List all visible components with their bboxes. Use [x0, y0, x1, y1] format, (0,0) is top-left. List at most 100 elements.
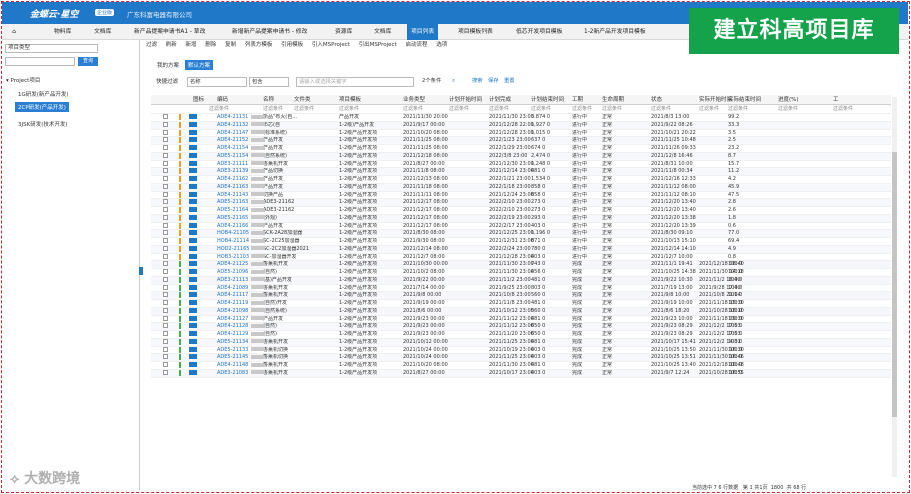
- project-code[interactable]: ADE4-21125: [217, 261, 248, 269]
- row-checkbox[interactable]: [163, 152, 168, 161]
- tab-new-product-template[interactable]: 1-2新产品开发项目模板: [584, 24, 646, 40]
- project-code[interactable]: ADE5-21133: [217, 347, 248, 355]
- table-row[interactable]: ADE4-21152 产品开发 1-2级产品开发项 2021/11/25 08:00 2…: [151, 137, 891, 145]
- row-checkbox[interactable]: [163, 137, 168, 145]
- table-row[interactable]: ADE3-21083 香薰机开发 1-2级产品开发项 2021/8/27 00:00 2…: [151, 369, 891, 378]
- filter-keyword-input[interactable]: 请输入或选择关键字: [296, 77, 414, 87]
- project-code[interactable]: ADE4-21129: [217, 331, 248, 339]
- project-code[interactable]: ADE3-21111: [217, 161, 248, 169]
- filter-search-link[interactable]: 搜索: [470, 77, 486, 87]
- column-filter[interactable]: 过滤条件: [449, 105, 469, 114]
- column-header[interactable]: 项目模板: [339, 95, 361, 105]
- project-code[interactable]: ADE3-21083: [217, 370, 248, 378]
- sidebar-search-button[interactable]: 查询: [78, 57, 98, 66]
- column-header[interactable]: 计划开始时间: [449, 95, 482, 105]
- column-header[interactable]: 编码: [217, 95, 228, 105]
- toolbar-list-template[interactable]: 列表方模板: [245, 42, 273, 48]
- row-checkbox[interactable]: [163, 307, 168, 316]
- tab-template-list[interactable]: 项目模板列表: [458, 24, 493, 40]
- per-page-select[interactable]: 1800: [771, 485, 784, 491]
- table-row[interactable]: HOB4-21105 SCK-2A28加湿器 1-2级产品开发项 2021/8/30 …: [151, 230, 891, 238]
- row-checkbox[interactable]: [163, 238, 168, 246]
- tree-item-2cp[interactable]: 2CP研发(产品开发): [15, 102, 69, 112]
- row-checkbox[interactable]: [163, 160, 168, 169]
- project-type-select[interactable]: 项目类型: [5, 44, 98, 53]
- scrollbar-thumb[interactable]: [892, 152, 897, 417]
- column-header[interactable]: 工: [833, 95, 839, 105]
- scheme-default[interactable]: 默认方案: [185, 60, 214, 70]
- row-checkbox[interactable]: [163, 362, 168, 370]
- toolbar-options[interactable]: 选项: [436, 42, 447, 48]
- table-row[interactable]: ADE5-21145 香薰机切换 1-2级产品开发项 2021/10/24 00:00…: [151, 354, 891, 362]
- column-filter[interactable]: 过滤条件: [339, 105, 359, 114]
- table-row[interactable]: ADE4-21148 香薰机开发 1-2级产品开发项 2021/10/20 08:00…: [151, 362, 891, 370]
- project-code[interactable]: ADE3-21139: [217, 168, 248, 176]
- row-checkbox[interactable]: [163, 354, 168, 362]
- table-row[interactable]: ADE4-21117 香薰机开发 1-2级产品开发项 2021/9/8 00:00 20…: [151, 292, 891, 300]
- column-header[interactable]: 名称: [263, 95, 274, 105]
- row-checkbox[interactable]: [163, 284, 168, 293]
- project-code[interactable]: ADE4-21089: [217, 285, 248, 293]
- filter-op-select[interactable]: 包含: [249, 77, 289, 87]
- column-filter[interactable]: 过滤条件: [263, 105, 283, 114]
- table-row[interactable]: ADE4-21154 产品开发 1-2级产品开发项 2021/11/25 08:00 2…: [151, 145, 891, 153]
- project-code[interactable]: ADE4-21163: [217, 184, 248, 192]
- home-icon[interactable]: ⌂: [8, 24, 20, 40]
- table-row[interactable]: ADE4-21128 (自然) 1-2级产品开发项 2021/9/23 00:00 20…: [151, 323, 891, 331]
- sidebar-search-input[interactable]: [5, 57, 75, 66]
- row-checkbox[interactable]: [163, 331, 168, 339]
- table-row[interactable]: ADE5-21133 香薰机切换 1-2级产品开发项 2021/10/24 00:00…: [151, 346, 891, 355]
- tab-project-list[interactable]: 项目列表: [407, 24, 439, 40]
- table-row[interactable]: ADE5-21096 (自然) 1-2级产品开发项 2021/10/2 08:00 20…: [151, 269, 891, 277]
- table-row[interactable]: ADE4-21163 产品开发 1-2级产品开发项 2021/11/18 08:00 2…: [151, 183, 891, 192]
- table-row[interactable]: ADE5-21163 ADE3-21162 1-2级产品开发项 2021/12/17 …: [151, 199, 891, 207]
- page-number[interactable]: 1: [750, 485, 753, 491]
- table-row[interactable]: ADE4-21166 产品开发 1-2级产品开发项 2021/12/17 08:00 2…: [151, 222, 891, 231]
- project-code[interactable]: ADE4-21127: [217, 316, 248, 324]
- toolbar-filter[interactable]: 过滤: [146, 42, 157, 48]
- column-header[interactable]: 文件类: [294, 95, 311, 105]
- project-code[interactable]: ADE4-21128: [217, 323, 248, 331]
- row-checkbox[interactable]: [163, 245, 168, 254]
- row-checkbox[interactable]: [163, 114, 168, 122]
- project-code[interactable]: ADE5-21154: [217, 153, 248, 161]
- tree-root[interactable]: ▾ Project项目: [6, 76, 40, 84]
- column-filter[interactable]: 过滤条件: [833, 105, 853, 114]
- project-code[interactable]: ADE4-21147: [217, 130, 248, 138]
- table-row[interactable]: ADE4-21129 (自然) 1-2级产品开发项 2021/9/23 00:00 20…: [151, 331, 891, 339]
- row-checkbox[interactable]: [163, 369, 168, 378]
- tab-docs-2[interactable]: 文档库: [374, 24, 391, 40]
- project-code[interactable]: ADE5-21096: [217, 269, 248, 277]
- toolbar-refresh[interactable]: 刷新: [166, 42, 177, 48]
- column-header[interactable]: 图标: [193, 95, 204, 105]
- search-icon[interactable]: ⌕: [450, 77, 462, 87]
- row-checkbox[interactable]: [163, 269, 168, 277]
- row-checkbox[interactable]: [163, 129, 168, 138]
- project-code[interactable]: HOB4-21114: [217, 238, 249, 246]
- project-code[interactable]: ADE3-21113: [217, 277, 248, 285]
- project-code[interactable]: ADE5-21145: [217, 354, 248, 362]
- tab-lowcore-template[interactable]: 低芯开发项目模板: [516, 24, 562, 40]
- row-checkbox[interactable]: [163, 191, 168, 200]
- project-code[interactable]: ADE4-21166: [217, 223, 248, 231]
- toolbar-add[interactable]: 新增: [186, 42, 197, 48]
- row-checkbox[interactable]: [163, 346, 168, 355]
- row-checkbox[interactable]: [163, 121, 168, 130]
- project-code[interactable]: ADE5-21164: [217, 207, 248, 215]
- column-header[interactable]: 计划完成: [489, 95, 511, 105]
- row-checkbox[interactable]: [163, 222, 168, 231]
- column-header[interactable]: 进度(%): [778, 95, 799, 105]
- toolbar-export-msproject[interactable]: 引出MSProject: [359, 42, 397, 48]
- toolbar-copy[interactable]: 复制: [225, 42, 236, 48]
- table-row[interactable]: ADE4-21162 产品开发 1-2级产品开发项 2021/12/13 08:00 2…: [151, 176, 891, 184]
- column-filter[interactable]: 过滤条件: [572, 105, 592, 114]
- toolbar-import-msproject[interactable]: 引入MSProject: [312, 42, 350, 48]
- table-row[interactable]: ADE4-21132 布芯(自 1-2级)产品开发 2021/9/17 00:00 20…: [151, 121, 891, 130]
- project-code[interactable]: ADE5-21134: [217, 339, 248, 347]
- tree-item-1g[interactable]: 1G研发(新产品开发): [18, 90, 69, 98]
- column-filter[interactable]: 过滤条件: [489, 105, 509, 114]
- toolbar-delete[interactable]: 删除: [205, 42, 216, 48]
- tab-docs[interactable]: 文档库: [94, 24, 111, 40]
- column-filter[interactable]: 过滤条件: [602, 105, 622, 114]
- row-checkbox[interactable]: [163, 168, 168, 176]
